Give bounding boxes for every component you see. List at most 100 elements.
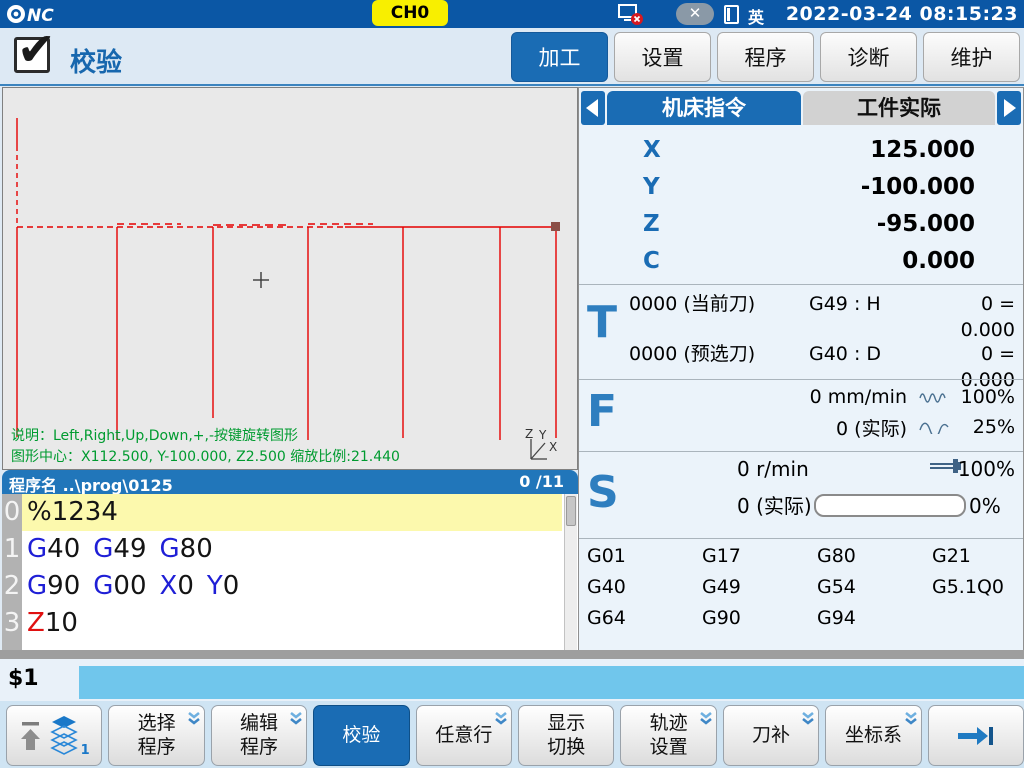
line-number: 2 [2,568,22,605]
feed-row-actual: 0 (实际) 25% [679,414,1015,440]
softkey-tool-compensation[interactable]: 刀补 [723,705,819,766]
axis-value: -95.000 [877,206,975,243]
program-header: 程序名 ..\prog\0125 0 /11 [2,470,578,494]
gcode-cell: G64 [587,607,702,638]
tab-program[interactable]: 程序 [717,32,814,82]
tab-machine-command[interactable]: 机床指令 [607,91,801,125]
gcode-cell: G80 [817,545,932,576]
tool-section-letter: T [587,301,617,345]
gcode-cell: G17 [702,545,817,576]
axis-z-label: Z [525,427,533,441]
tab-settings[interactable]: 设置 [614,32,711,82]
spindle-row-actual: 0 (实际) 0% [579,493,1023,521]
top-status-bar: NC CH0 ✕ 英 2022-03-24 08:15:23 [0,0,1024,28]
toolpath-graphics-panel: 说明：Left,Right,Up,Down,+,-按键旋转图形 图形中心：X11… [2,87,578,470]
program-panel: 程序名 ..\prog\0125 0 /11 0 %1234 1 G40G49G… [2,470,578,652]
chevron-double-down-icon [801,709,815,731]
layer-count-badge: 1 [81,743,90,764]
tab-diagnosis[interactable]: 诊断 [820,32,917,82]
tool-d-offset: 0 = 0.000 [925,341,1015,367]
axis-value: 125.000 [870,132,975,169]
axis-y-label: Y [539,428,546,442]
softkey-verify[interactable]: 校验 [313,705,409,766]
gcode-cell: G21 [932,545,1024,576]
coord-prev-arrow[interactable] [581,91,605,125]
softkey-coordinate-system[interactable]: 坐标系 [825,705,921,766]
axis-name: Z [643,206,660,243]
chevron-double-down-icon [904,709,918,731]
softkey-next-page[interactable] [928,705,1024,766]
axis-triad-icon: Z Y X [523,429,567,463]
chevron-double-down-icon [494,709,508,731]
spindle-command-value: 0 r/min [737,456,809,482]
gcode-cell: G01 [587,545,702,576]
softkey-bar: 1 选择程序 编辑程序 校验 任意行 显示切换 [0,701,1024,768]
gcode-cell: G54 [817,576,932,607]
modal-gcode-grid: G01 G17 G80 G21 G40 G49 G54 G5.1Q0 G64 G… [587,545,1024,638]
toolpath-plot [3,88,577,469]
tool-preselect: 0000 (预选刀) [629,341,809,367]
divider-bar [0,650,1024,659]
channel-label: $1 [8,666,39,691]
message-strip [79,666,1024,699]
scrollbar-thumb[interactable] [566,496,576,526]
rapid-override-pct: 25% [953,416,1015,438]
rapid-override-wave-icon [915,420,953,434]
graphics-hint-text: 说明：Left,Right,Up,Down,+,-按键旋转图形 [11,425,298,445]
gcode-cell: G40 [587,576,702,607]
chevron-double-down-icon [187,709,201,731]
chevron-double-down-icon [289,709,303,731]
gcode-cell: G49 [702,576,817,607]
line-number: 1 [2,531,22,568]
spindle-load-pct: 0% [969,493,1001,519]
axis-x-label: X [549,440,557,454]
graphics-center-text: 图形中心：X112.500, Y-100.000, Z2.500 缩放比例:21… [11,446,400,466]
line-number: 3 [2,605,22,642]
axis-row: X 125.000 [579,132,1023,169]
chevron-double-down-icon [699,709,713,731]
axis-value: 0.000 [902,243,975,280]
verify-check-icon: ✔ [14,37,50,73]
feed-override-wave-icon [915,390,953,404]
program-line-counter: 0 /11 [519,472,564,491]
tab-maintenance[interactable]: 维护 [923,32,1020,82]
softkey-menu-nav[interactable]: 1 [6,705,102,766]
program-name: 程序名 ..\prog\0125 [9,472,173,496]
tool-h-gcode: G49 : H [809,291,925,317]
line-number: 0 [2,494,22,531]
tool-row-preselect: 0000 (预选刀) G40 : D 0 = 0.000 [629,341,1015,367]
tab-workpiece-actual[interactable]: 工件实际 [803,91,995,125]
softkey-edit-program[interactable]: 编辑程序 [211,705,307,766]
program-line[interactable]: 1 G40G49G80 [2,531,578,568]
coord-next-arrow[interactable] [997,91,1021,125]
program-listing: 0 %1234 1 G40G49G80 2 G90G00X0Y0 3 Z10 [2,494,578,652]
gcode-cell: G5.1Q0 [932,576,1024,607]
tab-machining[interactable]: 加工 [511,32,608,82]
axis-row: Z -95.000 [579,206,1023,243]
channel-status-row: $1 [0,659,1024,701]
feed-section-letter: F [587,390,617,434]
channel-badge[interactable]: CH0 [372,0,448,26]
softkey-display-switch[interactable]: 显示切换 [518,705,614,766]
softkey-any-line[interactable]: 任意行 [416,705,512,766]
axis-row: C 0.000 [579,243,1023,280]
softkey-select-program[interactable]: 选择程序 [108,705,204,766]
axis-row: Y -100.000 [579,169,1023,206]
program-line[interactable]: 0 %1234 [2,494,578,531]
axis-name: Y [643,169,660,206]
layers-icon [49,714,79,758]
axis-name: C [643,243,660,280]
language-indicator[interactable]: 英 [748,4,764,28]
tool-h-offset: 0 = 0.000 [925,291,1015,317]
feed-command-value: 0 mm/min [679,386,915,408]
feed-override-pct: 100% [953,386,1015,408]
program-scrollbar[interactable] [564,494,577,652]
program-line[interactable]: 3 Z10 [2,605,578,642]
program-line[interactable]: 2 G90G00X0Y0 [2,568,578,605]
spindle-override-pct: 100% [958,456,1015,482]
axis-value: -100.000 [861,169,975,206]
title-tab-row: ✔ 校验 加工 设置 程序 诊断 维护 [0,28,1024,86]
softkey-track-settings[interactable]: 轨迹设置 [620,705,716,766]
feed-row-command: 0 mm/min 100% [679,384,1015,410]
feed-actual-value: 0 (实际) [679,414,915,441]
